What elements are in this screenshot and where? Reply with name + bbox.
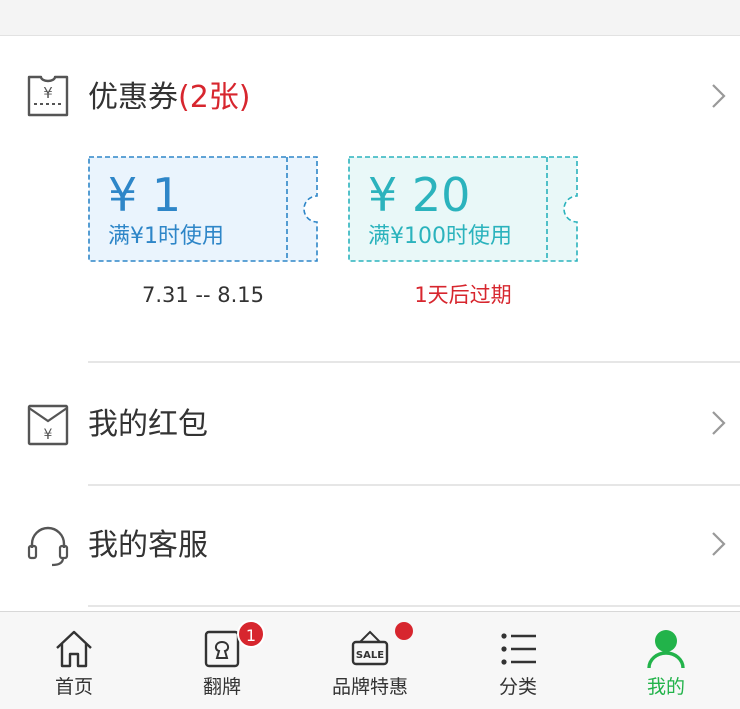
notification-badge: 1 bbox=[237, 620, 265, 648]
coupon-amount: ¥ 1 bbox=[108, 168, 182, 222]
card-flip-icon bbox=[204, 630, 240, 668]
svg-text:¥: ¥ bbox=[44, 427, 53, 443]
svg-text:¥: ¥ bbox=[43, 84, 53, 102]
red-packet-label: 我的红包 bbox=[88, 407, 208, 442]
svg-text:SALE: SALE bbox=[356, 650, 384, 661]
tab-label: 我的 bbox=[646, 676, 685, 698]
divider bbox=[88, 605, 740, 607]
tab-label: 翻牌 bbox=[202, 676, 241, 698]
tab-label: 分类 bbox=[498, 676, 537, 698]
notification-dot bbox=[395, 622, 413, 640]
coupon-validity: 7.31 -- 8.15 bbox=[141, 283, 265, 307]
customer-service-label: 我的客服 bbox=[88, 528, 208, 563]
coupons-count: (2张) bbox=[178, 80, 251, 115]
coupon-condition: 满¥1时使用 bbox=[108, 224, 224, 249]
coupon-amount: ¥ 20 bbox=[368, 168, 471, 222]
tab-home[interactable]: 首页 bbox=[0, 612, 148, 709]
coupon-card-2[interactable]: ¥ 20 满¥100时使用 bbox=[348, 156, 578, 262]
tab-card-flip[interactable]: 1 翻牌 bbox=[148, 612, 296, 709]
coupons-title: 优惠券 bbox=[88, 80, 178, 115]
red-packet-row[interactable]: ¥ 我的红包 bbox=[0, 363, 740, 483]
chevron-right-icon bbox=[712, 411, 726, 435]
tab-me[interactable]: 我的 bbox=[592, 612, 740, 709]
top-strip bbox=[0, 0, 740, 36]
tab-label: 首页 bbox=[54, 676, 93, 698]
list-icon bbox=[501, 633, 536, 665]
sale-tag-icon: SALE bbox=[351, 630, 389, 666]
headset-icon bbox=[27, 526, 69, 567]
tab-label: 品牌特惠 bbox=[331, 676, 408, 698]
red-packet-icon: ¥ bbox=[27, 404, 69, 446]
coupon-expiry: 1天后过期 bbox=[414, 283, 512, 307]
coupon-card-1[interactable]: ¥ 1 满¥1时使用 bbox=[88, 156, 318, 262]
tab-category[interactable]: 分类 bbox=[444, 612, 592, 709]
coupons-row[interactable]: ¥ 优惠券(2张) bbox=[0, 38, 740, 158]
home-icon bbox=[56, 630, 92, 668]
tab-brand-sale[interactable]: SALE 品牌特惠 bbox=[296, 612, 444, 709]
chevron-right-icon bbox=[712, 532, 726, 556]
chevron-right-icon bbox=[712, 84, 726, 108]
coupon-condition: 满¥100时使用 bbox=[368, 224, 512, 249]
bottom-tab-bar: 首页 1 翻牌 SALE 品牌特惠 分类 我的 bbox=[0, 611, 740, 709]
ticket-icon: ¥ bbox=[27, 75, 69, 117]
customer-service-row[interactable]: 我的客服 bbox=[0, 486, 740, 606]
user-icon bbox=[647, 630, 685, 669]
